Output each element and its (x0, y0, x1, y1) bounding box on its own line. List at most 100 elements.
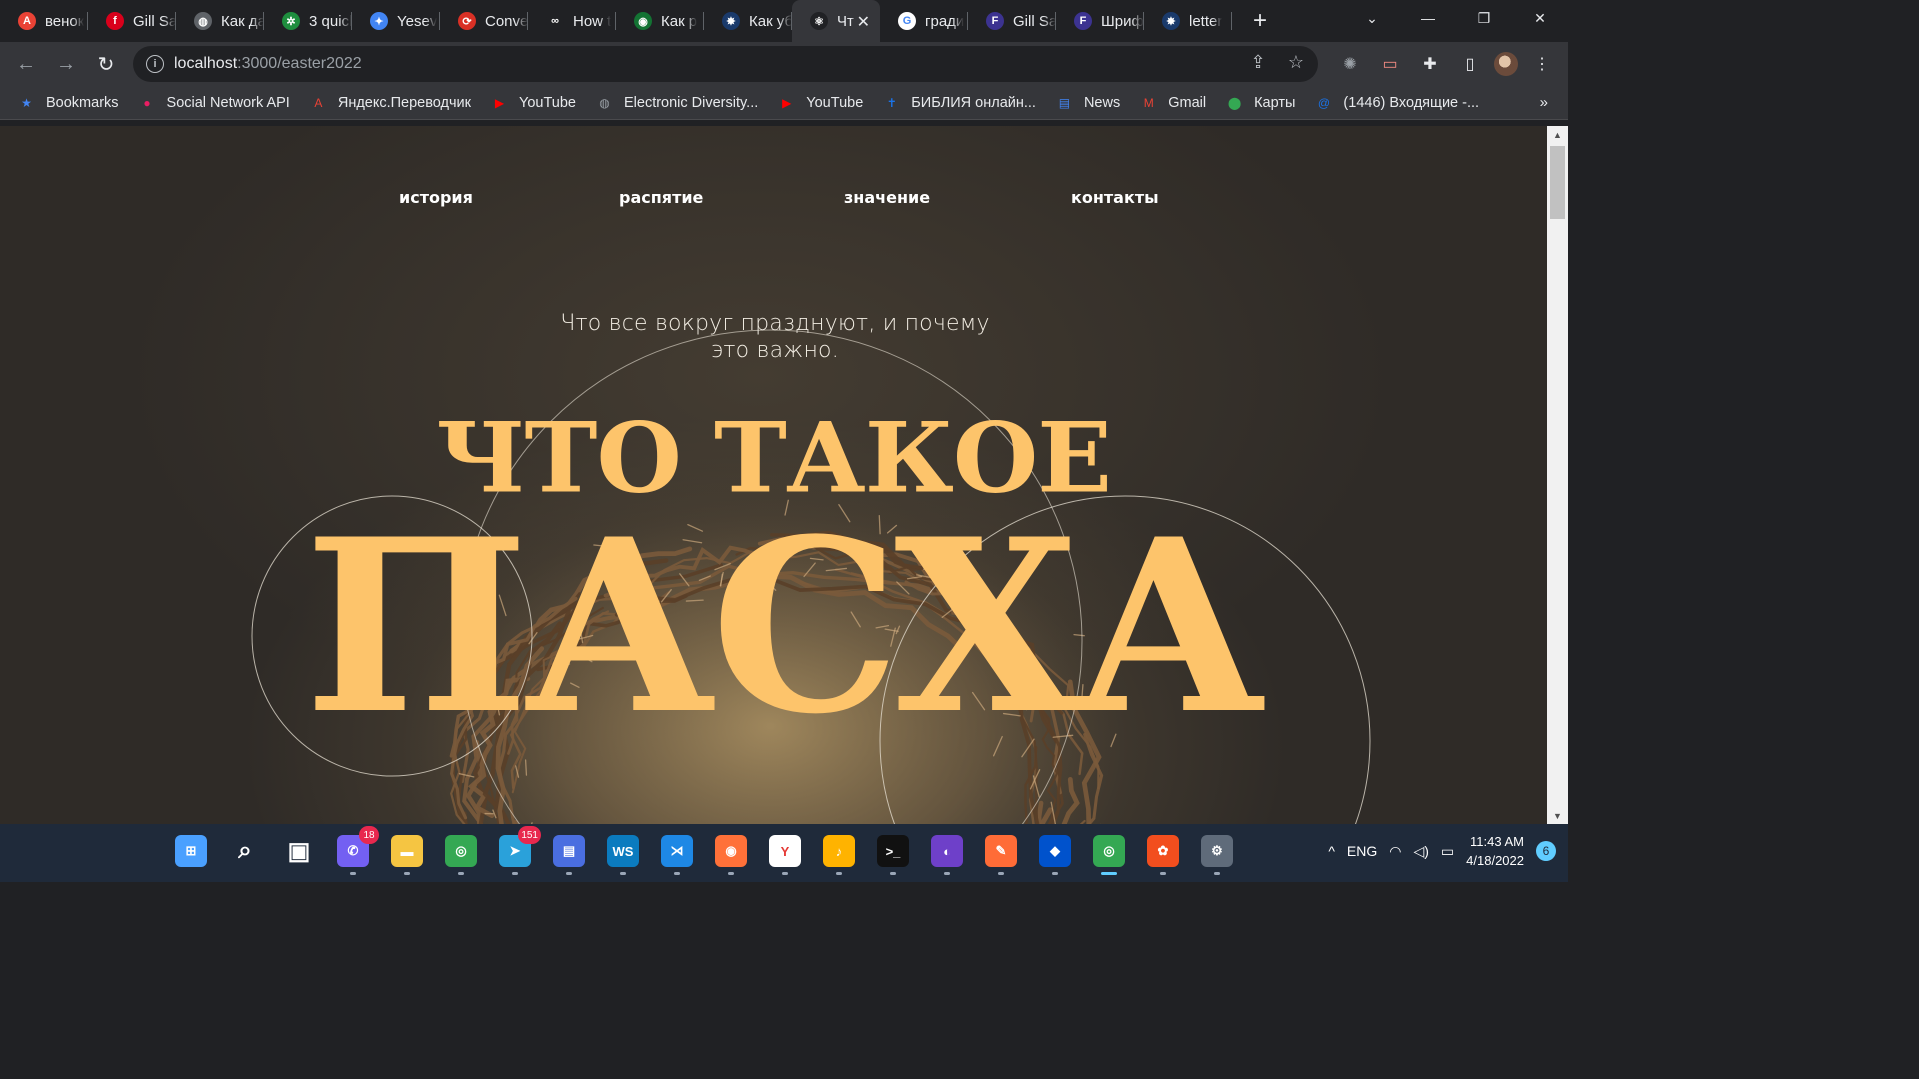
bible-icon: ✝ (886, 95, 897, 110)
clock[interactable]: 11:43 AM 4/18/2022 (1466, 832, 1524, 870)
browser-tab[interactable]: Gгради (880, 0, 968, 42)
hero-subtitle: Что все вокруг празднуют, и почему это в… (560, 311, 990, 363)
share-icon[interactable]: ⇪ (1246, 52, 1270, 73)
viber-icon[interactable]: ✆ 18 (337, 826, 379, 875)
globe-icon: ◍ (599, 95, 610, 110)
figma-icon[interactable]: ✿ (1147, 835, 1179, 875)
tab-search-icon[interactable]: ⌄ (1344, 0, 1400, 36)
vscode-icon[interactable]: ⋊ (661, 835, 693, 875)
browser-tab[interactable]: ⚛ Чт ✕ (792, 0, 880, 42)
bookmark-star-icon[interactable]: ☆ (1284, 52, 1308, 73)
bookmark-item[interactable]: A Яндекс.Переводчик (310, 94, 471, 111)
browser-tab[interactable]: ⟳ Conve (440, 0, 528, 42)
browser-tab[interactable]: ◍ Как да (176, 0, 264, 42)
clock-time: 11:43 AM (1470, 834, 1524, 849)
close-tab-icon[interactable]: ✕ (857, 12, 870, 32)
task-view-icon[interactable]: ▣ (283, 835, 315, 867)
site-info-icon[interactable]: i (146, 55, 164, 73)
running-indicator (620, 872, 626, 875)
telegram-icon[interactable]: ➤ 151 (499, 826, 541, 875)
github-icon[interactable]: ◐ (931, 835, 963, 875)
nav-link-contacts[interactable]: контакты (1071, 188, 1159, 207)
reload-button[interactable]: ↻ (86, 44, 126, 84)
bookmark-item[interactable]: ✝ БИБЛИЯ онлайн... (883, 94, 1036, 111)
profile-avatar[interactable] (1494, 52, 1518, 76)
browser-tab[interactable]: f Gill Sans (88, 0, 176, 42)
running-indicator (998, 872, 1004, 875)
bookmark-item[interactable]: ● Social Network API (139, 94, 289, 111)
settings-icon[interactable]: ⚙ (1201, 835, 1233, 875)
tab-strip: AвенокfGill Sans◍Как да✲3 quick✦Yesev⟳Co… (0, 0, 1568, 42)
chrome-profile-icon[interactable]: ◎ (1093, 835, 1125, 875)
browser-tab[interactable]: ✲ 3 quick (264, 0, 352, 42)
language-indicator[interactable]: ENG (1347, 843, 1377, 859)
more-bookmarks-icon[interactable]: » (1540, 94, 1548, 111)
nav-link-meaning[interactable]: значение (844, 188, 930, 207)
restore-button[interactable]: ❐ (1456, 0, 1512, 36)
scroll-up-arrow[interactable]: ▲ (1547, 126, 1568, 143)
extensions-puzzle-icon[interactable]: ✚ (1414, 48, 1446, 80)
file-explorer-icon[interactable]: ▬ (391, 835, 423, 875)
browser-tab[interactable]: F Gill Sa (968, 0, 1056, 42)
sourcetree-icon[interactable]: ◆ (1039, 835, 1071, 875)
browser-tab[interactable]: ✸ letter (1144, 0, 1232, 42)
wifi-icon[interactable]: ◠ (1389, 843, 1401, 860)
bookmark-label: YouTube (519, 94, 576, 111)
chrome-icon[interactable]: ◎ (445, 835, 477, 875)
bookmark-item[interactable]: ▤ News (1056, 94, 1120, 111)
start-icon[interactable]: ⊞ (175, 835, 207, 867)
notification-badge[interactable]: 6 (1536, 841, 1556, 861)
clock-date: 4/18/2022 (1466, 853, 1524, 868)
scroll-down-arrow[interactable]: ▼ (1547, 807, 1568, 824)
browser-tab[interactable]: ✦ Yesev (352, 0, 440, 42)
tray-overflow-icon[interactable]: ^ (1328, 843, 1335, 859)
maps-icon: ⬤ (1227, 95, 1242, 110)
bookmark-item[interactable]: ⬤ Карты (1226, 94, 1296, 111)
music-app-icon[interactable]: ♪ (823, 835, 855, 875)
side-panel-icon[interactable]: ▯ (1454, 48, 1486, 80)
running-indicator (890, 872, 896, 875)
back-button[interactable]: ← (6, 44, 46, 84)
nav-link-crucifixion[interactable]: распятие (619, 188, 703, 207)
browser-tab[interactable]: Aвенок (0, 0, 88, 42)
search-icon[interactable]: ⌕ (229, 835, 261, 867)
address-bar[interactable]: i localhost:3000/easter2022 ⇪ ☆ (133, 46, 1318, 82)
save-app-icon[interactable]: ▤ (553, 835, 585, 875)
terminal-icon[interactable]: >_ (877, 835, 909, 875)
bookmark-item[interactable]: M Gmail (1140, 94, 1206, 111)
bookmark-item[interactable]: ▶ YouTube (778, 94, 863, 111)
picture-in-picture-icon[interactable]: ▭ (1374, 48, 1406, 80)
webstorm-icon[interactable]: WS (607, 835, 639, 875)
tab-favicon-icon: F (986, 12, 1004, 30)
browser-tab[interactable]: ∞ How t (528, 0, 616, 42)
minimize-button[interactable]: — (1400, 0, 1456, 36)
new-tab-button[interactable]: + (1240, 0, 1280, 42)
volume-icon[interactable]: ◁) (1413, 843, 1428, 860)
taskbar-glyph: ⊞ (185, 843, 197, 858)
running-indicator (404, 872, 410, 875)
bookmark-item[interactable]: ▶ YouTube (491, 94, 576, 111)
vertical-scrollbar[interactable]: ▲ ▼ (1547, 126, 1568, 824)
bookmark-item[interactable]: ◍ Electronic Diversity... (596, 94, 758, 111)
close-window-button[interactable]: ✕ (1512, 0, 1568, 36)
tab-favicon-icon: ✦ (370, 12, 388, 30)
scroll-thumb[interactable] (1550, 146, 1565, 219)
browser-tab[interactable]: ◉ Как р (616, 0, 704, 42)
url-text[interactable]: localhost:3000/easter2022 (174, 55, 362, 73)
bookmark-item[interactable]: @ (1446) Входящие -... (1315, 94, 1479, 111)
browser-tab[interactable]: F Шриф (1056, 0, 1144, 42)
nav-link-history[interactable]: история (399, 188, 473, 207)
yandex-icon[interactable]: Y (769, 835, 801, 875)
postman-icon[interactable]: ✎ (985, 835, 1017, 875)
firefox-icon[interactable]: ◉ (715, 835, 747, 875)
running-indicator (782, 872, 788, 875)
battery-icon[interactable]: ▭ (1441, 843, 1454, 860)
menu-icon[interactable]: ⋮ (1526, 48, 1558, 80)
bookmark-item[interactable]: ★ Bookmarks (18, 94, 118, 111)
running-indicator (836, 872, 842, 875)
extension-icon[interactable]: ✺ (1334, 48, 1366, 80)
bookmarks-bar: ★ Bookmarks ● Social Network API A Яндекс.Пер… (0, 86, 1568, 120)
browser-tab[interactable]: ✸ Как уб (704, 0, 792, 42)
taskbar-glyph: ✆ (347, 843, 359, 858)
forward-button[interactable]: → (46, 44, 86, 84)
